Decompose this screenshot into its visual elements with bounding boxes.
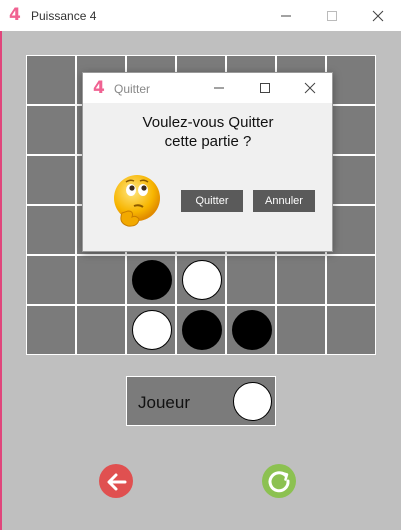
dialog-message: Voulez-vous Quitter cette partie ? xyxy=(113,113,303,151)
board-cell[interactable] xyxy=(126,255,176,305)
board-cell[interactable] xyxy=(26,255,76,305)
board-cell[interactable] xyxy=(276,255,326,305)
minimize-button[interactable] xyxy=(263,0,309,31)
board-cell[interactable] xyxy=(26,305,76,355)
app-icon: 4 xyxy=(9,5,21,25)
board-cell[interactable] xyxy=(326,305,376,355)
title-bar: 4 Puissance 4 xyxy=(0,0,401,31)
dialog-close-button[interactable] xyxy=(287,73,333,103)
dialog-title: Quitter xyxy=(114,82,151,96)
white-disc xyxy=(132,310,172,350)
board-cell[interactable] xyxy=(76,305,126,355)
dialog-maximize-button[interactable] xyxy=(242,73,288,103)
board-cell[interactable] xyxy=(26,205,76,255)
board-cell[interactable] xyxy=(76,255,126,305)
board-cell[interactable] xyxy=(326,255,376,305)
maximize-icon xyxy=(327,10,337,21)
close-icon xyxy=(372,10,384,21)
window-title: Puissance 4 xyxy=(31,9,97,23)
black-disc xyxy=(132,260,172,300)
cancel-button[interactable]: Annuler xyxy=(253,190,315,212)
board-cell[interactable] xyxy=(326,105,376,155)
restart-button[interactable] xyxy=(261,463,297,499)
close-button[interactable] xyxy=(355,0,401,31)
board-cell[interactable] xyxy=(326,205,376,255)
board-cell[interactable] xyxy=(26,105,76,155)
restart-icon xyxy=(262,464,296,498)
board-cell[interactable] xyxy=(326,155,376,205)
back-arrow-icon xyxy=(99,464,133,498)
black-disc xyxy=(182,310,222,350)
player-label: Joueur xyxy=(138,393,190,412)
thinking-face-icon xyxy=(108,173,164,229)
current-player-disc xyxy=(233,382,272,421)
maximize-button[interactable] xyxy=(309,0,355,31)
board-cell[interactable] xyxy=(226,255,276,305)
player-panel: Joueur xyxy=(126,376,276,426)
board-cell[interactable] xyxy=(176,305,226,355)
minimize-icon xyxy=(214,87,224,89)
board-cell[interactable] xyxy=(26,155,76,205)
white-disc xyxy=(182,260,222,300)
quit-dialog: 4 Quitter Voulez-vous Quitter cette part… xyxy=(82,72,333,252)
close-icon xyxy=(304,82,316,94)
maximize-icon xyxy=(260,83,270,93)
dialog-title-bar: 4 Quitter xyxy=(83,73,332,103)
quit-button[interactable]: Quitter xyxy=(181,190,243,212)
black-disc xyxy=(232,310,272,350)
dialog-minimize-button[interactable] xyxy=(196,73,242,103)
board-cell[interactable] xyxy=(26,55,76,105)
dialog-message-line2: cette partie ? xyxy=(164,133,252,150)
dialog-app-icon: 4 xyxy=(93,78,105,98)
dialog-message-line1: Voulez-vous Quitter xyxy=(142,114,274,131)
board-cell[interactable] xyxy=(226,305,276,355)
board-cell[interactable] xyxy=(276,305,326,355)
board-cell[interactable] xyxy=(126,305,176,355)
board-cell[interactable] xyxy=(176,255,226,305)
back-button[interactable] xyxy=(98,463,134,499)
window-edge xyxy=(0,0,2,530)
minimize-icon xyxy=(281,15,291,16)
board-cell[interactable] xyxy=(326,55,376,105)
